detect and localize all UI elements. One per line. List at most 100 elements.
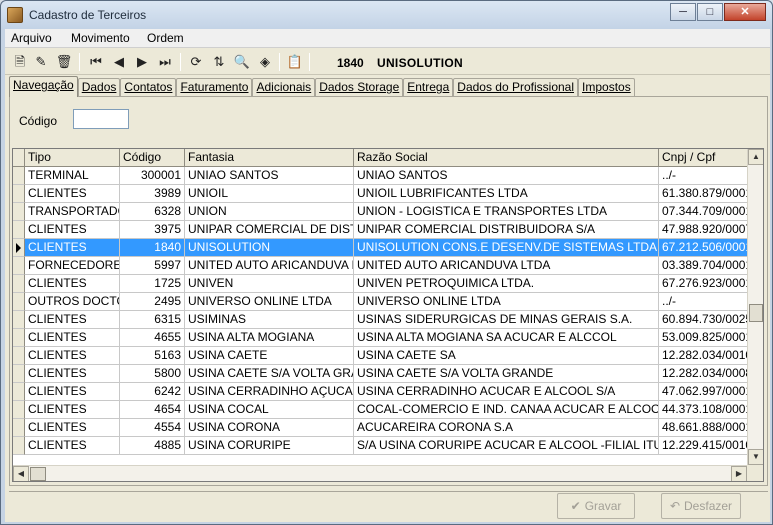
table-row[interactable]: CLIENTES 1725 UNIVEN UNIVEN PETROQUIMICA LT…	[13, 275, 749, 293]
row-indicator[interactable]	[13, 419, 25, 437]
close-button[interactable]: ✕	[724, 3, 766, 21]
table-cell[interactable]: 03.389.704/0001-5	[659, 257, 749, 275]
tab-entrega[interactable]: Entrega	[403, 78, 454, 97]
next-record-icon[interactable]: ▶	[133, 53, 151, 71]
filter-icon[interactable]: ◈	[256, 53, 274, 71]
table-cell[interactable]: FORNECEDORES	[25, 257, 120, 275]
table-cell[interactable]: 5997	[120, 257, 185, 275]
menu-ordem[interactable]: Ordem	[147, 31, 184, 45]
row-indicator[interactable]	[13, 329, 25, 347]
table-cell[interactable]: UNIPAR COMERCIAL DISTRIBUIDORA S/A	[354, 221, 659, 239]
tab-dados[interactable]: Dados	[77, 78, 121, 97]
table-cell[interactable]: 47.062.997/0001-7	[659, 383, 749, 401]
table-cell[interactable]: UNIOIL LUBRIFICANTES LTDA	[354, 185, 659, 203]
row-indicator[interactable]	[13, 347, 25, 365]
table-cell[interactable]: UNIVEN	[185, 275, 354, 293]
table-cell[interactable]: UNITED AUTO ARICANDUVA LTDA	[354, 257, 659, 275]
table-cell[interactable]: 67.212.506/0001-3	[659, 239, 749, 257]
row-indicator[interactable]	[13, 365, 25, 383]
table-cell[interactable]: S/A USINA CORURIPE ACUCAR E ALCOOL -FILI…	[354, 437, 659, 455]
menu-movimento[interactable]: Movimento	[71, 31, 130, 45]
table-cell[interactable]: CLIENTES	[25, 275, 120, 293]
table-row[interactable]: CLIENTES 4655 USINA ALTA MOGIANA USINA ALTA…	[13, 329, 749, 347]
row-indicator[interactable]	[13, 257, 25, 275]
table-cell[interactable]: 3975	[120, 221, 185, 239]
delete-trash-icon[interactable]: 🗑	[55, 53, 73, 71]
column-header[interactable]: Fantasia	[185, 149, 354, 167]
table-cell[interactable]: UNION	[185, 203, 354, 221]
scroll-right-icon[interactable]: ▶	[731, 466, 747, 481]
table-cell[interactable]: ../-	[659, 167, 749, 185]
table-cell[interactable]: TERMINAL	[25, 167, 120, 185]
row-indicator[interactable]	[13, 221, 25, 239]
table-cell[interactable]: 6315	[120, 311, 185, 329]
tab-faturamento[interactable]: Faturamento	[176, 78, 253, 97]
table-cell[interactable]: CLIENTES	[25, 419, 120, 437]
table-cell[interactable]: USINA CERRADINHO AÇUCAR E	[185, 383, 354, 401]
table-cell[interactable]: 6328	[120, 203, 185, 221]
table-row[interactable]: CLIENTES 5800 USINA CAETE S/A VOLTA GRA USI…	[13, 365, 749, 383]
table-cell[interactable]: 4885	[120, 437, 185, 455]
tab-impostos[interactable]: Impostos	[578, 78, 635, 97]
sort-az-icon[interactable]: ⇅	[210, 53, 228, 71]
table-cell[interactable]: USIMINAS	[185, 311, 354, 329]
scroll-up-icon[interactable]: ▲	[748, 149, 763, 165]
row-indicator[interactable]	[13, 275, 25, 293]
records-grid[interactable]: Tipo Código Fantasia Razão Social Cnpj / Cpf…	[12, 148, 764, 482]
table-cell[interactable]: 4554	[120, 419, 185, 437]
menu-arquivo[interactable]: Arquivo	[11, 31, 52, 45]
table-row[interactable]: CLIENTES 6315 USIMINAS USINAS SIDERURGICAS …	[13, 311, 749, 329]
first-record-icon[interactable]: ⏮	[87, 53, 105, 71]
table-cell[interactable]: CLIENTES	[25, 221, 120, 239]
table-cell[interactable]: USINAS SIDERURGICAS DE MINAS GERAIS S.A.	[354, 311, 659, 329]
table-cell[interactable]: CLIENTES	[25, 311, 120, 329]
table-cell[interactable]: UNIOIL	[185, 185, 354, 203]
table-cell[interactable]: 5163	[120, 347, 185, 365]
row-indicator[interactable]	[13, 311, 25, 329]
search-binoculars-icon[interactable]: 🔍	[233, 53, 251, 71]
table-cell[interactable]: 07.344.709/0001-5	[659, 203, 749, 221]
table-cell[interactable]: 12.229.415/0010-0	[659, 437, 749, 455]
table-cell[interactable]: USINA CAETE S/A VOLTA GRANDE	[354, 365, 659, 383]
table-cell[interactable]: USINA CERRADINHO ACUCAR E ALCOOL S/A	[354, 383, 659, 401]
tab-contatos[interactable]: Contatos	[120, 78, 177, 97]
table-cell[interactable]: 3989	[120, 185, 185, 203]
table-cell[interactable]: UNIVERSO ONLINE LTDA	[354, 293, 659, 311]
scroll-left-icon[interactable]: ◀	[13, 466, 29, 481]
tab-dados-profissional[interactable]: Dados do Profissional	[453, 78, 579, 97]
tab-adicionais[interactable]: Adicionais	[252, 78, 316, 97]
table-cell[interactable]: UNIPAR COMERCIAL DE DISTR	[185, 221, 354, 239]
table-cell[interactable]: ../-	[659, 293, 749, 311]
tab-navegacao[interactable]: Navegação	[9, 76, 78, 97]
table-cell[interactable]: 1725	[120, 275, 185, 293]
table-cell[interactable]: 300001	[120, 167, 185, 185]
codigo-input[interactable]	[73, 109, 129, 129]
table-cell[interactable]: OUTROS DOCTOS	[25, 293, 120, 311]
undo-button[interactable]: ↶ Desfazer	[661, 493, 741, 519]
table-cell[interactable]: CLIENTES	[25, 347, 120, 365]
table-cell[interactable]: 6242	[120, 383, 185, 401]
table-cell[interactable]: ACUCAREIRA CORONA S.A	[354, 419, 659, 437]
column-header[interactable]: Cnpj / Cpf	[659, 149, 749, 167]
table-cell[interactable]: 48.661.888/0001-2	[659, 419, 749, 437]
table-cell[interactable]: 5800	[120, 365, 185, 383]
properties-icon[interactable]: 📋	[286, 53, 304, 71]
table-cell[interactable]: 44.373.108/0001-0	[659, 401, 749, 419]
table-row[interactable]: CLIENTES 3975 UNIPAR COMERCIAL DE DISTR UNI…	[13, 221, 749, 239]
table-cell[interactable]: USINA CORONA	[185, 419, 354, 437]
table-cell[interactable]: UNIVEN PETROQUIMICA LTDA.	[354, 275, 659, 293]
row-indicator[interactable]	[13, 401, 25, 419]
table-cell[interactable]: TRANSPORTADOR	[25, 203, 120, 221]
table-cell[interactable]: UNISOLUTION CONS.E DESENV.DE SISTEMAS LT…	[354, 239, 659, 257]
last-record-icon[interactable]: ⏭	[156, 53, 174, 71]
table-row[interactable]: CLIENTES 1840 UNISOLUTION UNISOLUTION CONS.…	[13, 239, 749, 257]
tab-dados-storage[interactable]: Dados Storage	[315, 78, 404, 97]
maximize-button[interactable]: □	[697, 3, 723, 21]
horizontal-scroll-thumb[interactable]	[30, 467, 46, 481]
table-cell[interactable]: 53.009.825/0001-3	[659, 329, 749, 347]
table-cell[interactable]: COCAL-COMERCIO E IND. CANAA ACUCAR E ALC…	[354, 401, 659, 419]
table-row[interactable]: CLIENTES 5163 USINA CAETE USINA CAETE SA 12.…	[13, 347, 749, 365]
table-cell[interactable]: 12.282.034/0010-5	[659, 347, 749, 365]
table-cell[interactable]: 60.894.730/0025-8	[659, 311, 749, 329]
table-cell[interactable]: CLIENTES	[25, 437, 120, 455]
